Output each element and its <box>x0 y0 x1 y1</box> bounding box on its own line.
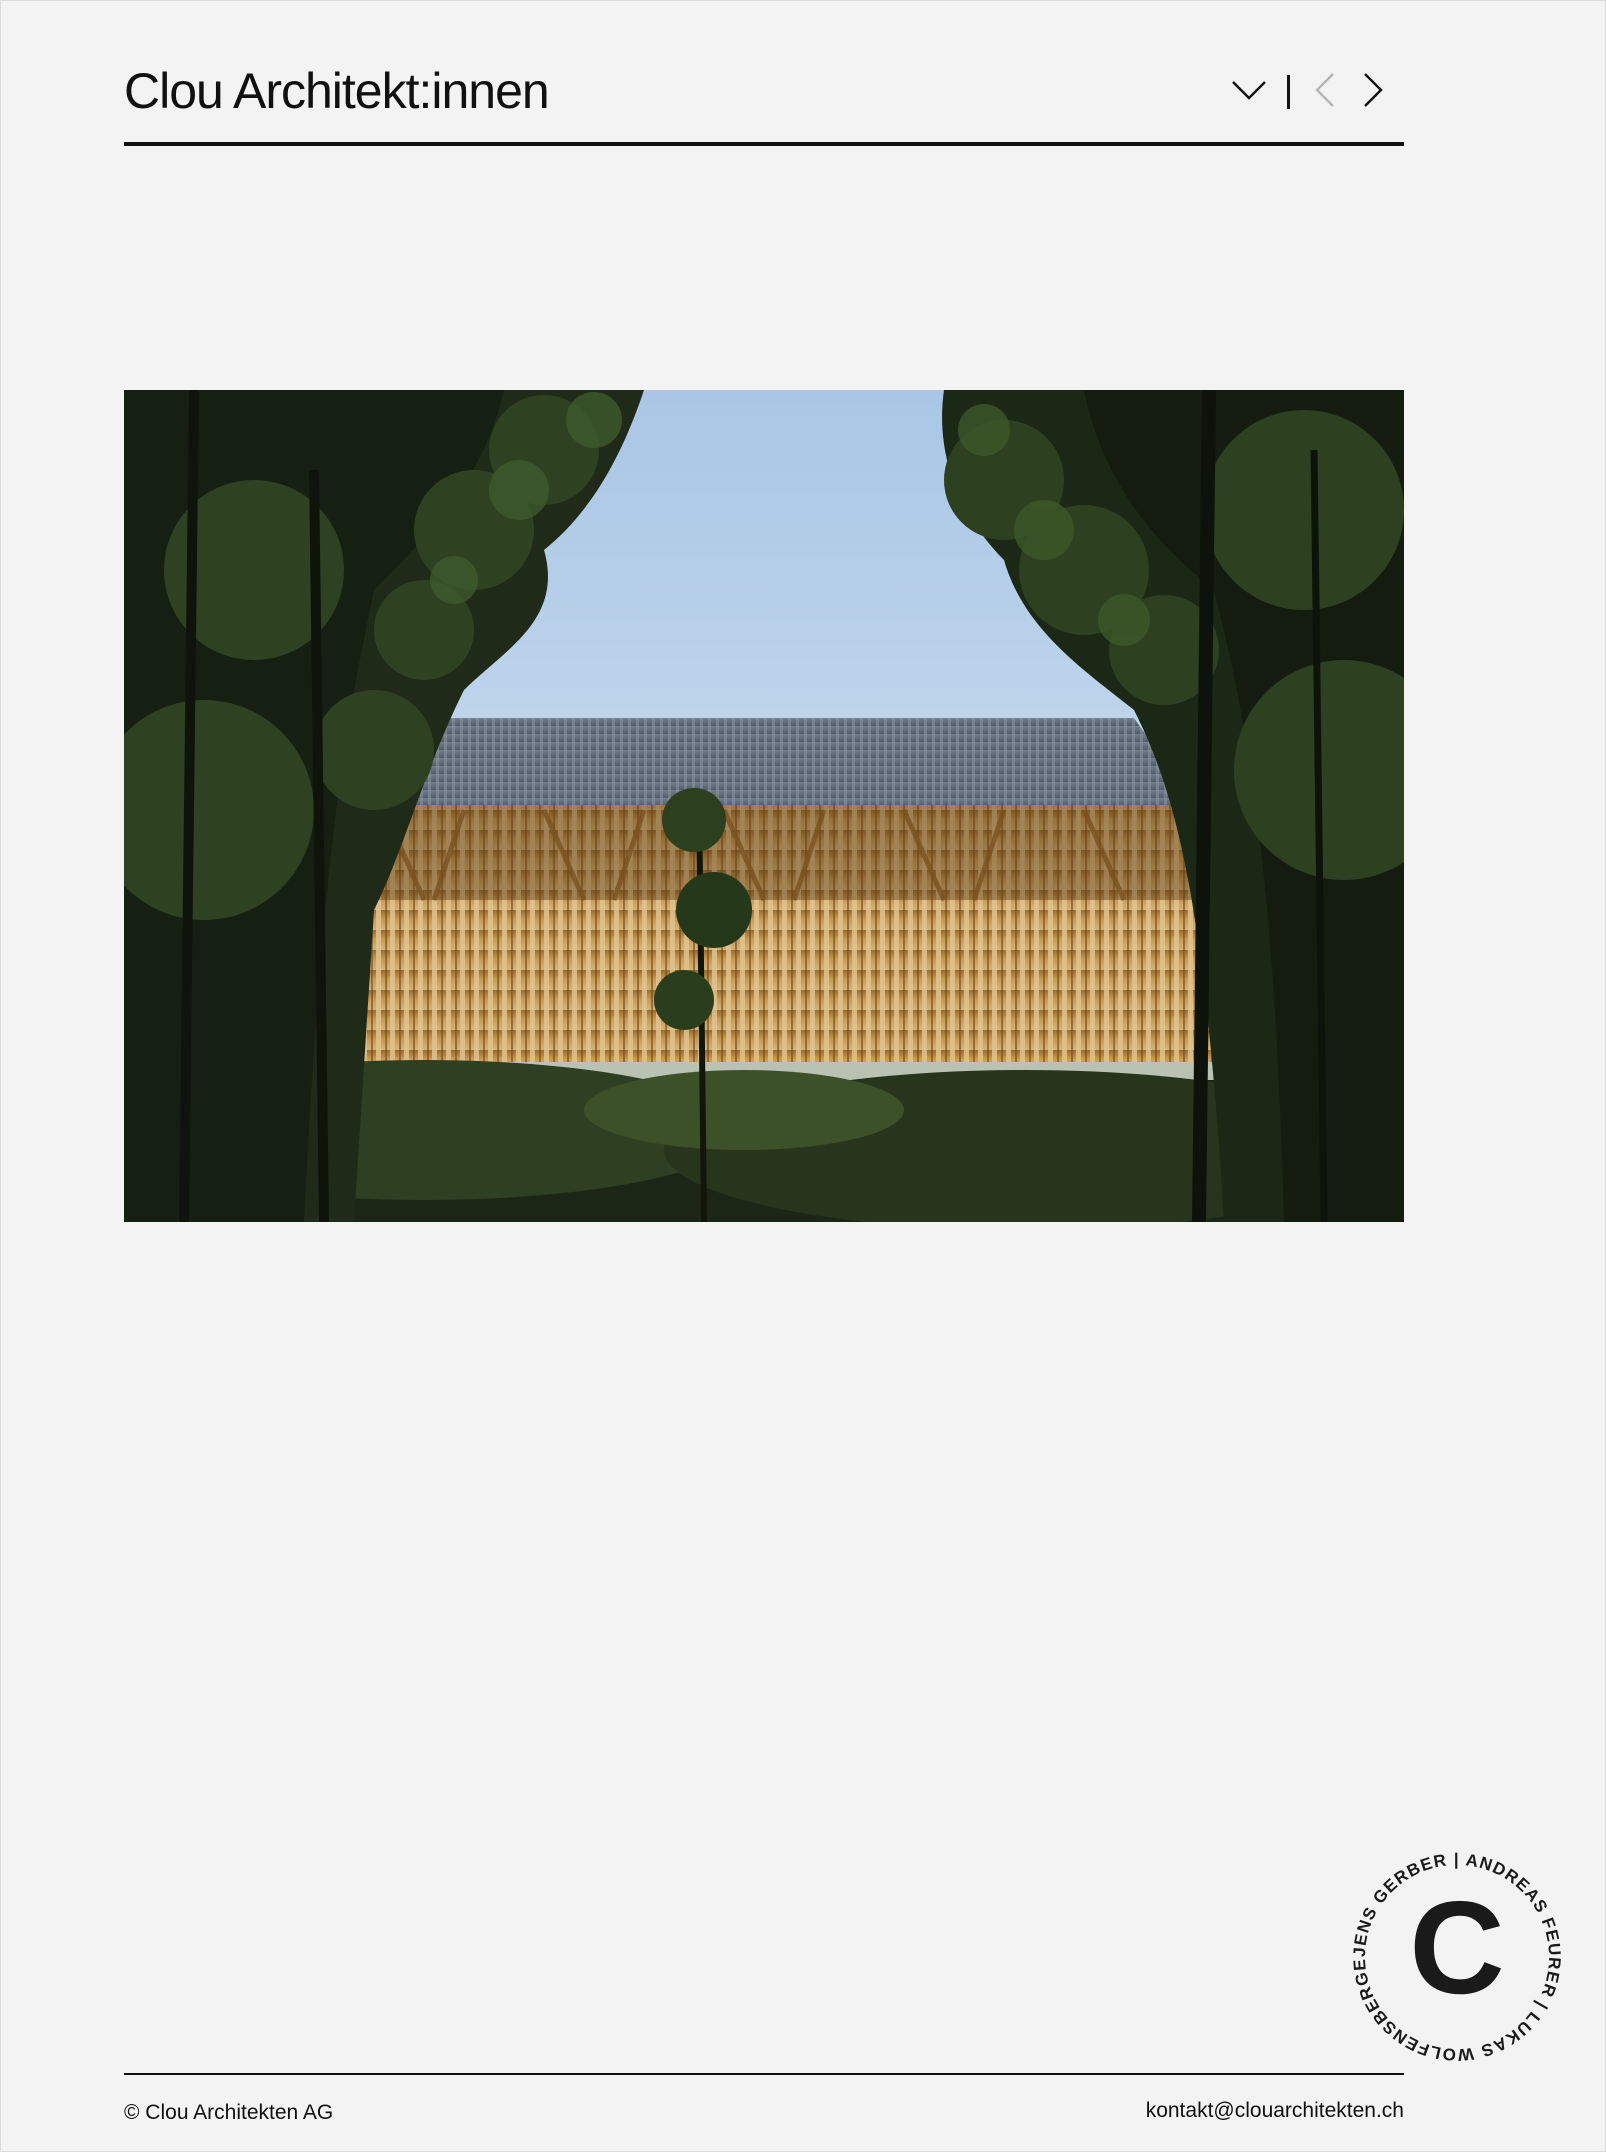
site-footer: © Clou Architekten AG kontakt@clouarchit… <box>124 2073 1404 2135</box>
photo-illustration <box>124 390 1404 1222</box>
project-nav <box>1231 72 1384 112</box>
site-header: Clou Architekt:innen <box>124 56 1404 146</box>
copyright-text: © Clou Architekten AG <box>124 2101 334 2124</box>
stamp-letter: C <box>1409 1874 1504 2021</box>
contact-email-link[interactable]: kontakt@clouarchitekten.ch <box>1146 2099 1404 2123</box>
nav-divider <box>1287 75 1290 109</box>
project-photo <box>124 390 1404 1222</box>
site-title[interactable]: Clou Architekt:innen <box>124 62 550 120</box>
firm-stamp-logo: JENS GERBER | ANDREAS FEURER | LUKAS WOL… <box>1343 1835 1564 2064</box>
chevron-right-icon[interactable] <box>1362 72 1384 113</box>
chevron-left-icon[interactable] <box>1314 72 1336 113</box>
chevron-down-icon[interactable] <box>1231 79 1267 106</box>
